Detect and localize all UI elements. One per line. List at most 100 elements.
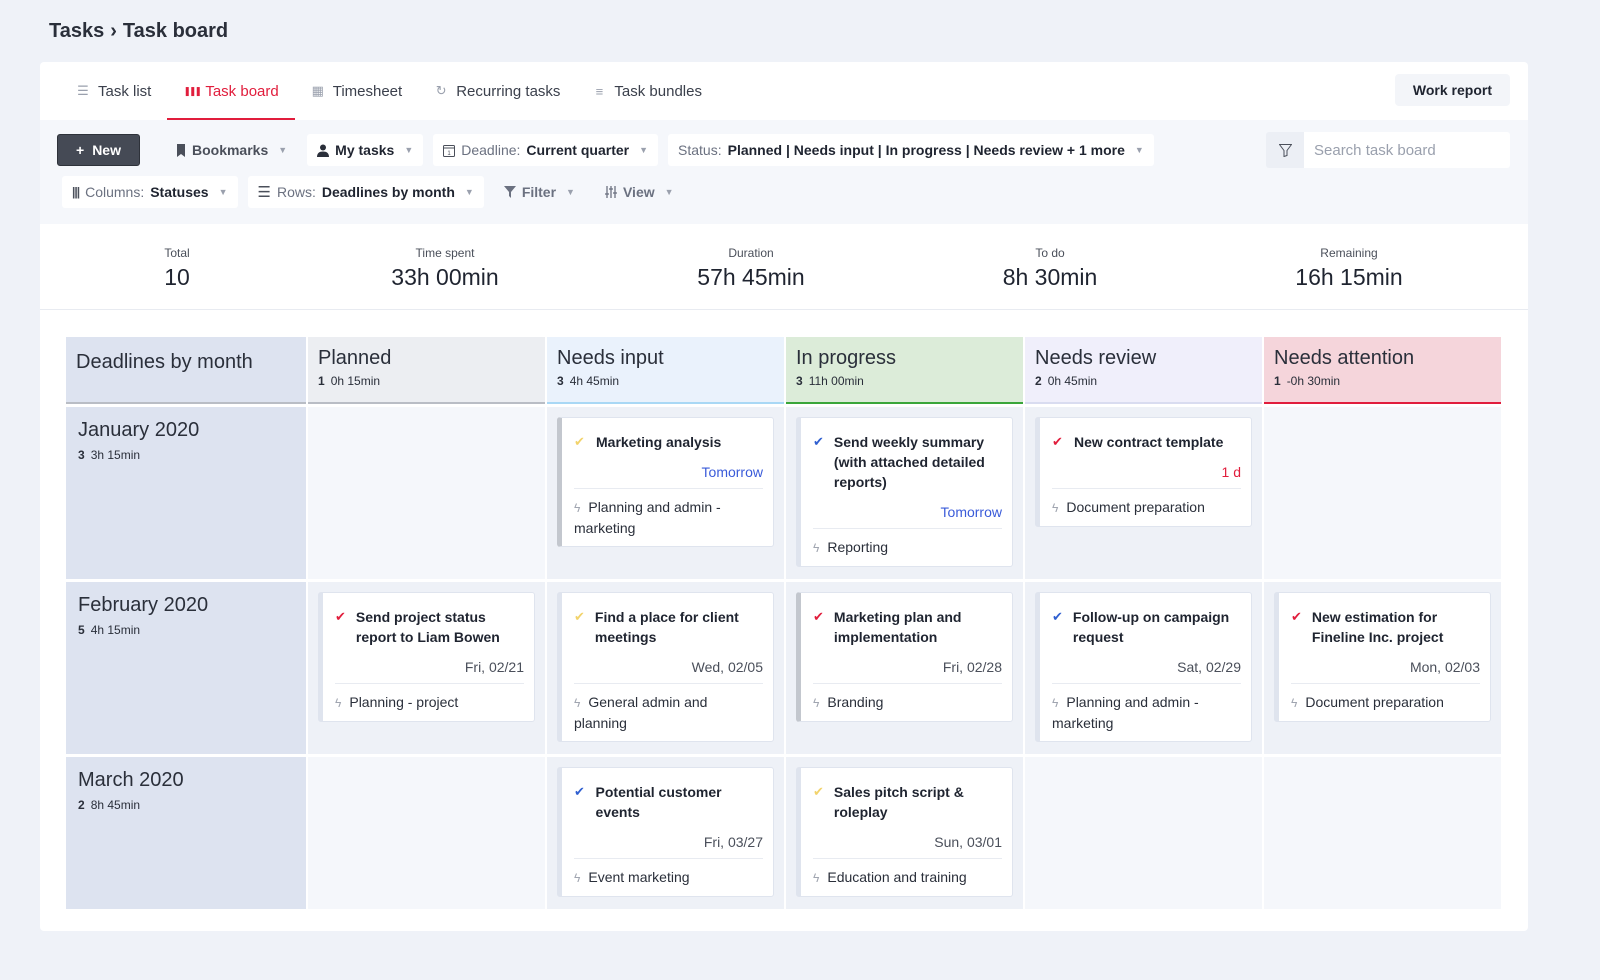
task-card[interactable]: ✔ Find a place for client meetings Wed, 02…	[557, 592, 774, 742]
tab-task-bundles[interactable]: ≡ Task bundles	[576, 62, 718, 120]
task-card[interactable]: ✔ New contract template 1 d ϟ Document prepa…	[1035, 417, 1252, 527]
column-header-needs-attention[interactable]: Needs attention 1 -0h 30min	[1264, 337, 1501, 404]
task-card[interactable]: ✔ Marketing plan and implementation Fri, 0…	[796, 592, 1013, 722]
search-box	[1266, 132, 1510, 168]
tab-task-list[interactable]: ☰ Task list	[60, 62, 167, 120]
caret-down-icon: ▼	[639, 145, 649, 155]
bookmarks-dropdown[interactable]: Bookmarks ▼	[166, 134, 297, 166]
task-project: ϟ Document preparation	[1291, 692, 1480, 713]
search-filter-button[interactable]	[1266, 132, 1304, 168]
my-tasks-dropdown[interactable]: My tasks ▼	[307, 134, 424, 166]
lightning-icon: ϟ	[574, 696, 581, 710]
task-card-header: ✔ Sales pitch script & roleplay	[813, 782, 1002, 822]
task-card[interactable]: ✔ Sales pitch script & roleplay Sun, 03/01…	[796, 767, 1013, 897]
status-check-icon[interactable]: ✔	[574, 607, 585, 647]
task-name: Potential customer events	[595, 784, 722, 820]
task-card[interactable]: ✔ Follow-up on campaign request Sat, 02/29…	[1035, 592, 1252, 742]
status-check-icon[interactable]: ✔	[335, 607, 346, 647]
rows-key: Rows:	[276, 184, 316, 200]
caret-down-icon: ▼	[664, 187, 674, 197]
board-cell: ✔ Send project status report to Liam Bowe…	[308, 582, 545, 754]
column-count: 1	[1274, 374, 1281, 388]
deadline-dropdown[interactable]: 1 Deadline: Current quarter ▼	[433, 134, 659, 166]
rows-dropdown[interactable]: ☰ Rows: Deadlines by month ▼	[247, 176, 484, 208]
work-report-button[interactable]: Work report	[1394, 74, 1510, 106]
status-check-icon[interactable]: ✔	[1291, 607, 1302, 647]
task-card[interactable]: ✔ Potential customer events Fri, 03/27 ϟ Eve…	[557, 767, 774, 897]
task-due: Tomorrow	[574, 464, 763, 489]
tab-timesheet[interactable]: ▦ Timesheet	[295, 62, 418, 120]
rows-value: Deadlines by month	[321, 184, 455, 200]
status-check-icon[interactable]: ✔	[813, 782, 824, 822]
column-title: Needs input	[557, 347, 664, 369]
tab-recurring-tasks[interactable]: ↻ Recurring tasks	[418, 62, 576, 120]
summary-stats: Total 10 Time spent 33h 00min Duration 57h 45…	[40, 224, 1528, 310]
sliders-icon	[604, 186, 617, 198]
tab-label: Recurring tasks	[456, 82, 561, 100]
grid-icon: ▦	[311, 83, 324, 98]
stat-time-spent: Time spent 33h 00min	[391, 246, 498, 291]
task-project-name: Branding	[827, 694, 884, 710]
lightning-icon: ϟ	[813, 696, 820, 710]
search-input[interactable]	[1304, 132, 1510, 168]
status-check-icon[interactable]: ✔	[1052, 607, 1063, 647]
columns-dropdown[interactable]: ||| Columns: Statuses ▼	[62, 176, 238, 208]
task-due: Wed, 02/05	[574, 659, 763, 684]
caret-down-icon: ▼	[1134, 145, 1144, 155]
column-title: In progress	[796, 347, 897, 369]
new-task-button[interactable]: + New	[57, 134, 140, 166]
filter-dropdown[interactable]: Filter ▼	[494, 176, 585, 208]
task-card[interactable]: ✔ Send project status report to Liam Bowe…	[318, 592, 535, 722]
status-check-icon[interactable]: ✔	[1052, 432, 1064, 452]
row-title: February 2020	[78, 594, 209, 616]
status-check-icon[interactable]: ✔	[574, 782, 586, 822]
task-project: ϟ Branding	[813, 692, 1002, 713]
task-due: 1 d	[1052, 464, 1241, 489]
column-title: Needs attention	[1274, 347, 1415, 369]
column-header-needs-review[interactable]: Needs review 2 0h 45min	[1025, 337, 1262, 404]
list-icon: ☰	[77, 83, 89, 98]
task-due: Sat, 02/29	[1052, 659, 1241, 684]
task-project: ϟ Planning - project	[335, 692, 524, 713]
task-card-header: ✔ Potential customer events	[574, 782, 763, 822]
caret-down-icon: ▼	[464, 187, 474, 197]
task-due: Sun, 03/01	[813, 834, 1002, 859]
task-project-name: Document preparation	[1066, 499, 1205, 515]
toolbar: + New Bookmarks ▼ My tasks ▼ 1 Deadline:…	[40, 120, 1528, 224]
row-title: January 2020	[78, 419, 200, 441]
task-name: Follow-up on campaign request	[1072, 609, 1230, 645]
task-project: ϟ Planning and admin - marketing	[1052, 692, 1241, 733]
column-header-needs-input[interactable]: Needs input 3 4h 45min	[547, 337, 784, 404]
status-dropdown[interactable]: Status: Planned | Needs input | In progr…	[668, 134, 1154, 166]
row-header-march-2020[interactable]: March 2020 2 8h 45min	[66, 757, 306, 909]
stat-label: To do	[1035, 246, 1065, 260]
task-card[interactable]: ✔ Marketing analysis Tomorrow ϟ Planning and…	[557, 417, 774, 547]
row-summary: 2 8h 45min	[78, 798, 294, 812]
board-cell: ✔ Sales pitch script & roleplay Sun, 03/01…	[786, 757, 1023, 909]
task-project-name: Education and training	[827, 869, 967, 885]
tab-task-board[interactable]: ❚❚❚ Task board	[167, 62, 296, 120]
stat-label: Total	[164, 246, 190, 260]
column-header-in-progress[interactable]: In progress 3 11h 00min	[786, 337, 1023, 404]
status-check-icon[interactable]: ✔	[813, 607, 824, 647]
status-check-icon[interactable]: ✔	[574, 432, 586, 452]
status-check-icon[interactable]: ✔	[813, 432, 824, 492]
row-header-january-2020[interactable]: January 2020 3 3h 15min	[66, 407, 306, 579]
row-count: 2	[78, 798, 85, 812]
lightning-icon: ϟ	[813, 871, 820, 885]
lightning-icon: ϟ	[1052, 696, 1059, 710]
view-dropdown[interactable]: View ▼	[595, 176, 684, 208]
task-project: ϟ Education and training	[813, 867, 1002, 888]
task-name: Send weekly summary (with attached detai…	[833, 434, 985, 490]
task-project: ϟ Planning and admin - marketing	[574, 497, 763, 538]
row-header-february-2020[interactable]: February 2020 5 4h 15min	[66, 582, 306, 754]
task-card[interactable]: ✔ New estimation for Fineline Inc. projec…	[1274, 592, 1491, 722]
filter-label: Filter	[521, 184, 557, 200]
task-project-name: Planning and admin - marketing	[574, 499, 721, 536]
caret-down-icon: ▼	[278, 145, 288, 155]
column-header-planned[interactable]: Planned 1 0h 15min	[308, 337, 545, 404]
breadcrumb-parent[interactable]: Tasks	[49, 20, 104, 43]
task-card[interactable]: ✔ Send weekly summary (with attached deta…	[796, 417, 1013, 567]
task-name: Find a place for client meetings	[594, 609, 739, 645]
board-columns-icon: ❚❚❚	[183, 85, 202, 96]
